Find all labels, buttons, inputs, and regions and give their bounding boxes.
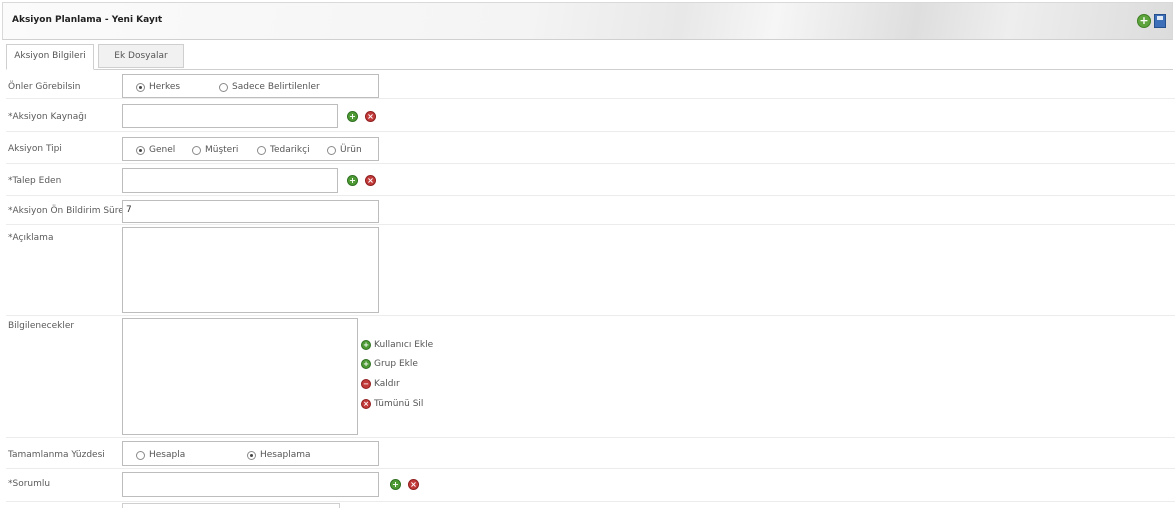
radio-urun[interactable]: Ürün	[327, 145, 362, 155]
radio-genel-label: Genel	[149, 145, 176, 155]
completion-row: Tamamlanma Yüzdesi Hesapla Hesaplama	[6, 440, 1175, 469]
notice-period-value: 7	[126, 205, 132, 215]
add-user-icon: +	[361, 340, 371, 350]
radio-sadece-dot[interactable]	[219, 82, 228, 92]
type-row: Aksiyon Tipi Genel Müşteri Tedarikçi Ürü…	[6, 134, 1175, 164]
source-label: *Aksiyon Kaynağı	[8, 112, 87, 122]
notified-listbox[interactable]	[122, 318, 358, 435]
tab-bar: Aksiyon Bilgileri Ek Dosyalar	[6, 44, 1173, 70]
add-group-button[interactable]: + Grup Ekle	[361, 359, 418, 369]
remove-button[interactable]: − Kaldır	[361, 379, 400, 389]
notice-period-row: *Aksiyon Ön Bildirim Süresi 7	[6, 198, 1175, 225]
requester-add-icon[interactable]: +	[347, 175, 358, 186]
radio-tedarikci-dot[interactable]	[257, 145, 266, 155]
visibility-row: Önler Görebilsin Herkes Sadece Belirtile…	[6, 73, 1175, 99]
requester-delete-icon[interactable]: ×	[365, 175, 376, 186]
source-add-icon[interactable]: +	[347, 111, 358, 122]
tab-aksiyon-bilgileri[interactable]: Aksiyon Bilgileri	[6, 44, 94, 70]
requester-label: *Talep Eden	[8, 176, 62, 186]
radio-tedarikci-label: Tedarikçi	[270, 145, 310, 155]
radio-urun-label: Ürün	[340, 145, 362, 155]
radio-tedarikci[interactable]: Tedarikçi	[257, 145, 310, 155]
radio-herkes-dot[interactable]	[136, 82, 145, 92]
radio-musteri-dot[interactable]	[192, 145, 201, 155]
notice-period-label: *Aksiyon Ön Bildirim Süresi	[8, 206, 131, 216]
remove-icon: −	[361, 379, 371, 389]
visibility-radio-group: Herkes Sadece Belirtilenler	[122, 74, 379, 98]
source-input[interactable]	[122, 104, 338, 128]
notified-row: Bilgilenecekler + Kullanıcı Ekle + Grup …	[6, 318, 1175, 438]
visibility-label: Önler Görebilsin	[8, 82, 81, 92]
type-label: Aksiyon Tipi	[8, 144, 62, 154]
description-row: *Açıklama	[6, 227, 1175, 316]
next-field-partial	[122, 503, 340, 508]
notified-label: Bilgilenecekler	[8, 321, 75, 331]
responsible-delete-icon[interactable]: ×	[408, 479, 419, 490]
add-user-button[interactable]: + Kullanıcı Ekle	[361, 340, 433, 350]
add-user-label: Kullanıcı Ekle	[374, 340, 434, 350]
radio-musteri-label: Müşteri	[205, 145, 239, 155]
add-group-icon: +	[361, 359, 371, 369]
radio-hesapla[interactable]: Hesapla	[136, 450, 185, 460]
radio-genel-dot[interactable]	[136, 145, 145, 155]
radio-musteri[interactable]: Müşteri	[192, 145, 238, 155]
completion-label: Tamamlanma Yüzdesi	[8, 450, 105, 460]
responsible-input[interactable]	[122, 472, 379, 497]
completion-radio-group: Hesapla Hesaplama	[122, 441, 379, 466]
delete-all-icon: ×	[361, 399, 371, 409]
radio-herkes[interactable]: Herkes	[136, 82, 180, 92]
requester-input[interactable]	[122, 168, 338, 193]
radio-hesaplama-dot[interactable]	[247, 450, 256, 460]
add-group-label: Grup Ekle	[374, 359, 418, 369]
radio-genel[interactable]: Genel	[136, 145, 175, 155]
description-label: *Açıklama	[8, 233, 54, 243]
radio-hesaplama[interactable]: Hesaplama	[247, 450, 311, 460]
radio-hesaplama-label: Hesaplama	[260, 450, 311, 460]
responsible-label: *Sorumlu	[8, 479, 51, 489]
source-delete-icon[interactable]: ×	[365, 111, 376, 122]
page-title: Aksiyon Planlama - Yeni Kayıt	[12, 15, 163, 25]
responsible-row: *Sorumlu + ×	[6, 471, 1175, 502]
title-actions: +	[1137, 14, 1166, 28]
add-icon[interactable]: +	[1137, 14, 1151, 28]
radio-herkes-label: Herkes	[149, 82, 181, 92]
radio-hesapla-dot[interactable]	[136, 450, 145, 460]
delete-all-label: Tümünü Sil	[374, 399, 424, 409]
requester-row: *Talep Eden + ×	[6, 166, 1175, 196]
delete-all-button[interactable]: × Tümünü Sil	[361, 399, 423, 409]
type-radio-group: Genel Müşteri Tedarikçi Ürün	[122, 137, 379, 161]
remove-label: Kaldır	[374, 379, 400, 389]
radio-sadece-label: Sadece Belirtilenler	[232, 82, 320, 92]
window-titlebar: Aksiyon Planlama - Yeni Kayıt +	[2, 2, 1173, 40]
notice-period-input[interactable]: 7	[122, 200, 379, 223]
description-textarea[interactable]	[122, 227, 379, 313]
source-row: *Aksiyon Kaynağı + ×	[6, 102, 1175, 132]
tab-ek-dosyalar[interactable]: Ek Dosyalar	[98, 44, 184, 68]
save-icon[interactable]	[1154, 14, 1166, 28]
radio-hesapla-label: Hesapla	[149, 450, 186, 460]
radio-sadece-belirtilenler[interactable]: Sadece Belirtilenler	[219, 82, 320, 92]
responsible-add-icon[interactable]: +	[390, 479, 401, 490]
radio-urun-dot[interactable]	[327, 145, 336, 155]
